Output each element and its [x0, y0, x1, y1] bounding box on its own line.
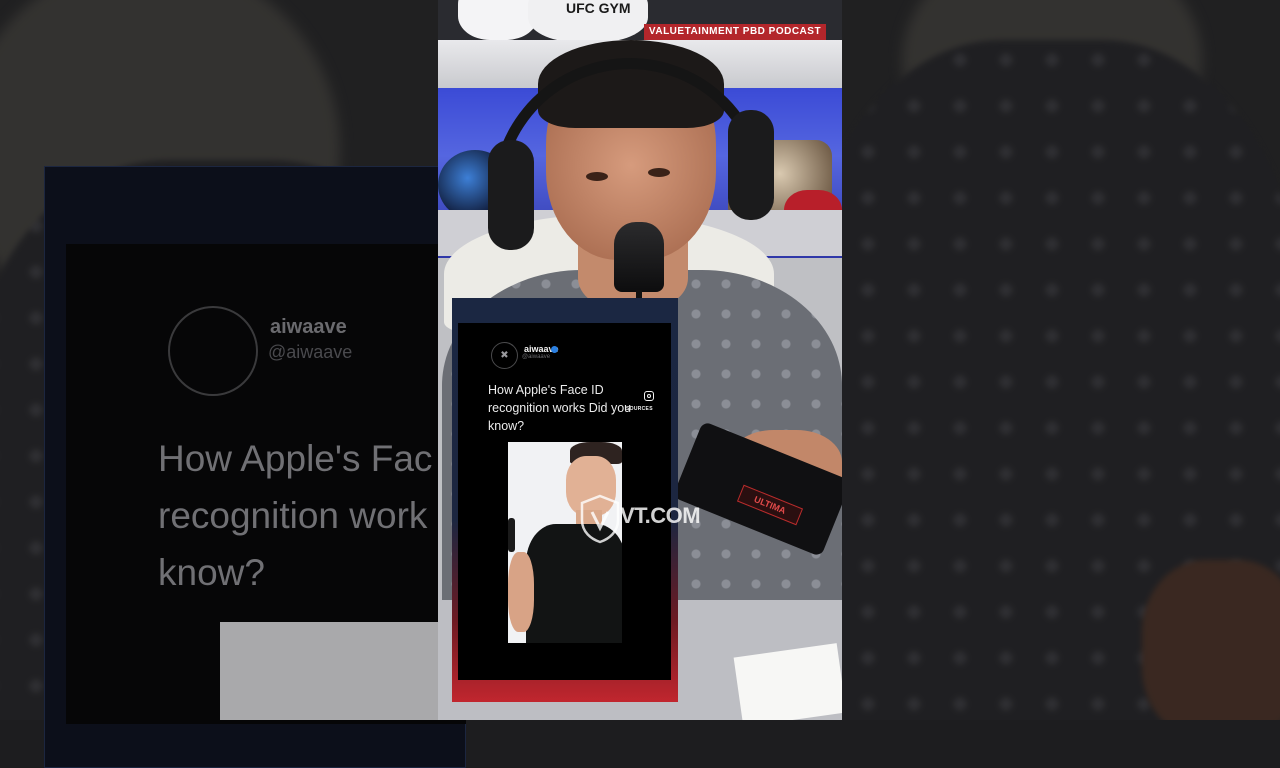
blurred-text-line: know? [158, 552, 265, 593]
instagram-icon-lens [647, 394, 651, 398]
blurred-avatar [168, 306, 258, 396]
verified-badge-icon [551, 346, 558, 353]
studio-banner: VALUETAINMENT PBD PODCAST [644, 24, 826, 40]
blurred-post-text: How Apple's Fac recognition work know? [158, 430, 458, 601]
ufc-gym-sign: UFC GYM [566, 0, 631, 16]
phone [508, 518, 515, 552]
white-glove [458, 0, 538, 40]
podcast-microphone [614, 222, 664, 292]
watermark-text: VT.COM [620, 503, 701, 528]
blurred-text-line: How Apple's Fac [158, 438, 433, 479]
sources-label: SOURCES [626, 406, 653, 412]
blurred-handle: @aiwaave [268, 342, 353, 362]
blurred-post-image [220, 622, 438, 720]
shield-logo-icon [580, 494, 620, 544]
blurred-username: aiwaave [270, 316, 347, 338]
person-arm [508, 552, 534, 632]
avatar: ✖ [491, 342, 518, 369]
post-handle: @aiwaave [522, 354, 551, 360]
papers [733, 643, 842, 720]
headphones-earcup [488, 140, 534, 250]
blurred-background-right [842, 0, 1280, 720]
headphones-earcup [728, 110, 774, 220]
blurred-text-line: recognition work [158, 495, 428, 536]
